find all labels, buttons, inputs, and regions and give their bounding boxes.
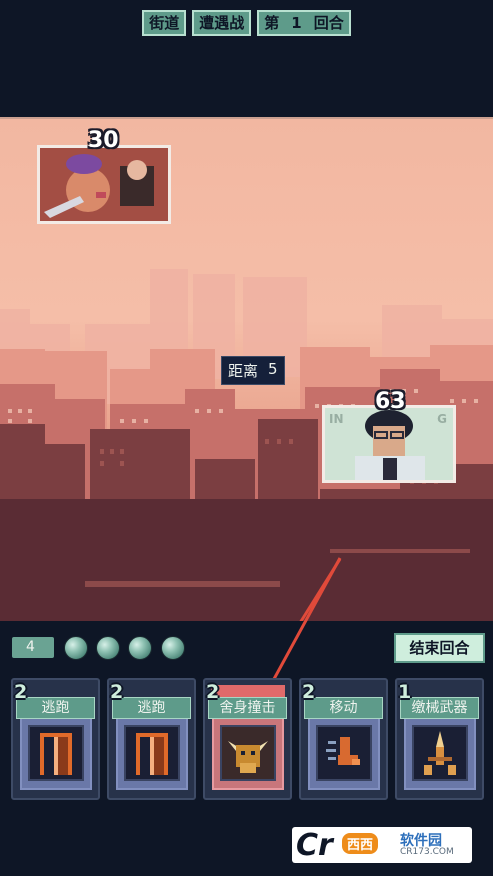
distance-value: 5: [268, 360, 278, 378]
card-move[interactable]: 2 移动: [299, 678, 388, 800]
energy-orb-1: [64, 636, 88, 660]
encounter-tag: 遭遇战: [192, 10, 252, 36]
disarm-icon: [412, 725, 468, 781]
boot-icon: [316, 725, 372, 781]
end-turn-button[interactable]: 结束回合: [394, 633, 485, 663]
card-escape-2[interactable]: 2 逃跑: [107, 678, 196, 800]
card-reckless-charge[interactable]: 2 舍身撞击: [203, 678, 292, 800]
card-cost: 1: [398, 681, 412, 703]
energy-orb-2: [96, 636, 120, 660]
card-name: 逃跑: [16, 697, 95, 719]
energy-orb-3: [128, 636, 152, 660]
player-portrait[interactable]: IN G: [322, 405, 456, 483]
card-escape-1[interactable]: 2 逃跑: [11, 678, 100, 800]
card-cost: 2: [14, 681, 28, 703]
card-cost: 2: [110, 681, 124, 703]
door-icon: [124, 725, 180, 781]
player-hp: 63: [375, 389, 406, 414]
energy-orb-4: [161, 636, 185, 660]
player-card-text-right: G: [437, 412, 447, 426]
round-suffix: 回合: [313, 14, 344, 32]
round-prefix: 第: [264, 14, 280, 32]
enemy-hp: 30: [88, 128, 119, 153]
card-art-frame: [20, 715, 92, 790]
round-tag: 第 1 回合: [257, 10, 351, 36]
card-art-frame: [116, 715, 188, 790]
card-name: 逃跑: [112, 697, 191, 719]
watermark-badge: 西西: [342, 833, 379, 854]
distance-label: 距离: [228, 362, 259, 380]
site-watermark: Cr 西西 软件园 CR173.COM: [292, 827, 472, 863]
door-icon: [28, 725, 84, 781]
card-name: 移动: [304, 697, 383, 719]
card-art-frame: [404, 715, 476, 790]
distance-indicator: 距离 5: [221, 356, 285, 385]
energy-counter: 4: [12, 637, 54, 658]
card-cost: 2: [206, 681, 220, 703]
header-bar: 街道 遭遇战 第 1 回合: [0, 10, 493, 36]
card-disarm[interactable]: 1 缴械武器: [395, 678, 484, 800]
round-number: 1: [291, 14, 302, 32]
enemy-portrait[interactable]: [37, 145, 171, 224]
card-name: 缴械武器: [400, 697, 479, 719]
player-character-icon: [325, 408, 453, 480]
watermark-url: CR173.COM: [400, 847, 454, 857]
watermark-logo: Cr: [296, 828, 333, 863]
location-tag: 街道: [142, 10, 187, 36]
player-card-text-top: IN: [329, 412, 344, 426]
enemy-thug-icon: [40, 148, 168, 221]
bull-icon: [220, 725, 276, 781]
card-art-frame: [308, 715, 380, 790]
card-art-frame: [212, 715, 284, 790]
card-name: 舍身撞击: [208, 697, 287, 719]
card-cost: 2: [302, 681, 316, 703]
